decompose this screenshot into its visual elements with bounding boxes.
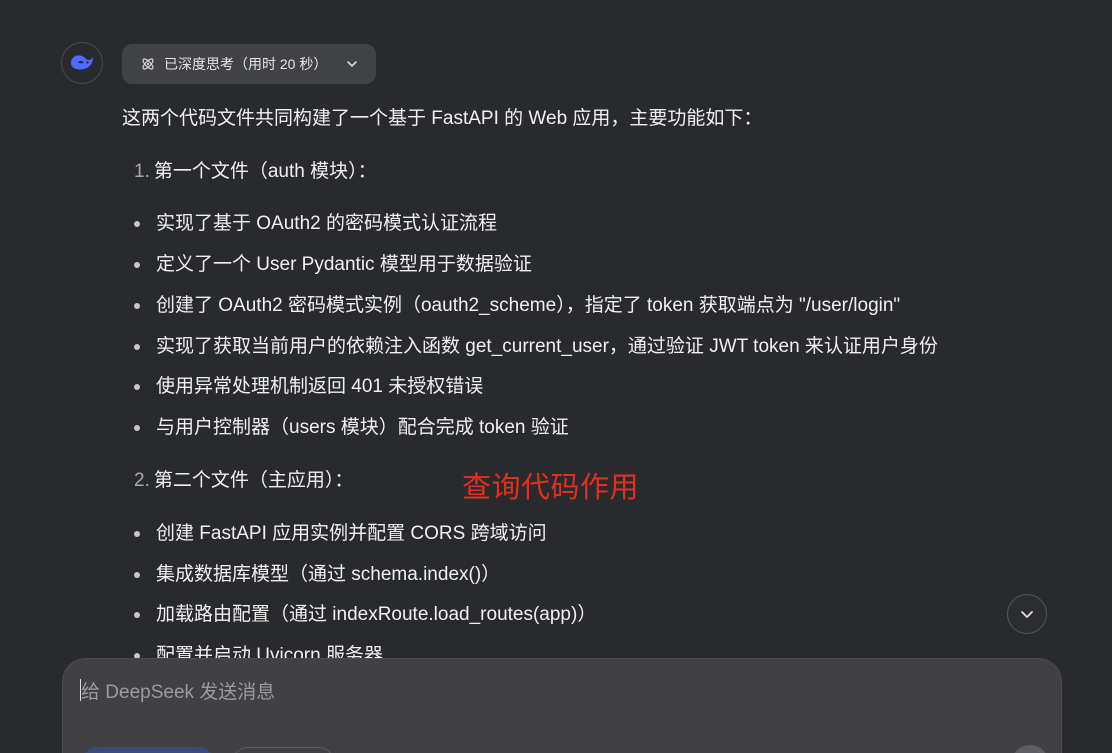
answer-intro: 这两个代码文件共同构建了一个基于 FastAPI 的 Web 应用，主要功能如下… [122,108,763,129]
bullet-dot [134,531,140,537]
bullet-dot [134,262,140,268]
list-item-text: 使用异常处理机制返回 401 未授权错误 [156,376,484,397]
deepseek-avatar [61,42,103,84]
thinking-label: 已深度思考（用时 20 秒） [164,56,328,72]
bullet-dot [134,612,140,618]
bullet-dot [134,572,140,578]
list-item: 加载路由配置（通过 indexRoute.load_routes(app)） [134,600,596,630]
bullet-dot [134,344,140,350]
web-search-toggle[interactable] [231,747,335,753]
list-item-text: 加载路由配置（通过 indexRoute.load_routes(app)） [156,604,597,625]
section-title: 第二个文件（主应用）： [153,470,354,491]
chevron-down-icon [1021,611,1033,618]
list-item-text: 创建了 OAuth2 密码模式实例（oauth2_scheme），指定了 tok… [156,295,901,316]
list-item: 创建了 OAuth2 密码模式实例（oauth2_scheme），指定了 tok… [134,291,900,321]
deep-think-icon [142,58,154,70]
list-item: 与用户控制器（users 模块）配合完成 token 验证 [134,413,569,443]
deep-think-toggle[interactable] [81,747,215,753]
text-caret [80,679,81,701]
bullet-dot [134,303,140,309]
send-button[interactable] [1011,745,1049,753]
list-item: 使用异常处理机制返回 401 未授权错误 [134,372,483,402]
section-title: 第一个文件（auth 模块）： [153,161,377,182]
list-item-text: 实现了基于 OAuth2 的密码模式认证流程 [156,213,497,234]
section-number: 1. [134,161,150,182]
list-item-text: 实现了获取当前用户的依赖注入函数 get_current_user，通过验证 J… [156,336,938,357]
section-number: 2. [134,470,150,491]
list-item-text: 与用户控制器（users 模块）配合完成 token 验证 [156,417,569,438]
section-heading: 1. 第一个文件（auth 模块）： [134,157,377,187]
list-item-text: 定义了一个 User Pydantic 模型用于数据验证 [156,254,532,275]
list-item: 实现了基于 OAuth2 的密码模式认证流程 [134,209,497,239]
list-item-text: 创建 FastAPI 应用实例并配置 CORS 跨域访问 [156,523,547,544]
list-item: 创建 FastAPI 应用实例并配置 CORS 跨域访问 [134,519,547,549]
chevron-down-icon [347,61,357,67]
bullet-dot [134,425,140,431]
list-item: 集成数据库模型（通过 schema.index()） [134,560,500,590]
chat-page: 已深度思考（用时 20 秒） 这两个代码文件共同构建了一个基于 FastAPI … [0,0,1112,753]
section-heading: 2. 第二个文件（主应用）： [134,466,353,496]
message-input[interactable] [79,675,1043,719]
red-annotation: 查询代码作用 [462,472,640,504]
deepseek-whale-icon [71,55,93,70]
bullet-dot [134,221,140,227]
scroll-to-bottom-button[interactable] [1007,594,1047,634]
thinking-toggle-button[interactable]: 已深度思考（用时 20 秒） [122,44,376,84]
bullet-dot [134,384,140,390]
list-item-text: 集成数据库模型（通过 schema.index()） [156,564,501,585]
message-composer [62,658,1062,753]
list-item: 实现了获取当前用户的依赖注入函数 get_current_user，通过验证 J… [134,332,938,362]
list-item: 定义了一个 User Pydantic 模型用于数据验证 [134,250,532,280]
